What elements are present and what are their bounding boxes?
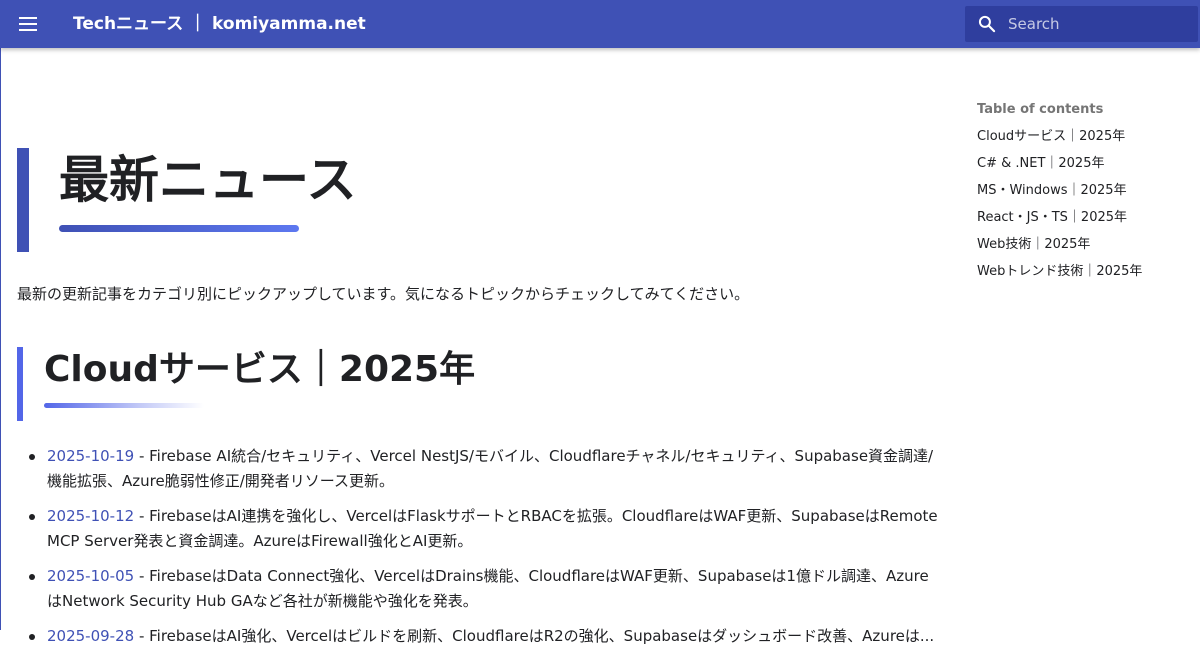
news-item: 2025-10-19 - Firebase AI統合/セキュリティ、Vercel… — [17, 444, 942, 494]
title-accent-bar — [17, 148, 29, 252]
toc-item-react-js-ts[interactable]: React・JS・TS｜2025年 — [977, 206, 1192, 233]
bullet — [29, 514, 35, 520]
news-summary: - FirebaseはAI連携を強化し、VercelはFlaskサポートとRBA… — [47, 507, 938, 550]
section-underline — [44, 403, 204, 408]
toc-item-web-tech[interactable]: Web技術｜2025年 — [977, 233, 1192, 260]
page-left-border — [0, 48, 1, 630]
bullet — [29, 634, 35, 640]
toc-item-csharp-dotnet[interactable]: C# & .NET｜2025年 — [977, 152, 1192, 179]
top-app-bar: Techニュース ｜ komiyamma.net — [0, 0, 1200, 48]
news-date-link[interactable]: 2025-10-19 — [47, 447, 134, 465]
toc-list: Cloudサービス｜2025年 C# & .NET｜2025年 MS・Windo… — [977, 125, 1192, 287]
menu-icon[interactable] — [17, 14, 39, 34]
table-of-contents: Table of contents Cloudサービス｜2025年 C# & .… — [977, 100, 1192, 287]
news-date-link[interactable]: 2025-10-05 — [47, 567, 134, 585]
news-date-link[interactable]: 2025-10-12 — [47, 507, 134, 525]
news-item: 2025-09-28 - FirebaseはAI強化、Vercelはビルドを刷新… — [17, 624, 942, 649]
news-summary: - FirebaseはData Connect強化、VercelはDrains機… — [47, 567, 929, 610]
section-title: Cloudサービス｜2025年 — [44, 349, 476, 390]
title-underline — [59, 225, 299, 232]
news-item: 2025-10-12 - FirebaseはAI連携を強化し、VercelはFl… — [17, 504, 942, 554]
page-title-block: 最新ニュース — [17, 148, 927, 252]
bullet — [29, 574, 35, 580]
news-summary: - Firebase AI統合/セキュリティ、Vercel NestJS/モバイ… — [47, 447, 934, 490]
toc-title: Table of contents — [977, 102, 1104, 117]
search-icon — [978, 15, 996, 33]
intro-text: 最新の更新記事をカテゴリ別にピックアップしています。気になるトピックからチェック… — [17, 285, 750, 303]
search-input[interactable] — [1008, 6, 1193, 42]
search-box[interactable] — [965, 6, 1198, 42]
section-heading-block: Cloudサービス｜2025年 — [17, 347, 927, 421]
section-accent-bar — [17, 347, 23, 421]
toc-item-ms-windows[interactable]: MS・Windows｜2025年 — [977, 179, 1192, 206]
bullet — [29, 454, 35, 460]
page-title: 最新ニュース — [59, 151, 357, 209]
toc-item-web-trend[interactable]: Webトレンド技術｜2025年 — [977, 260, 1192, 287]
toc-item-cloud[interactable]: Cloudサービス｜2025年 — [977, 125, 1192, 152]
news-list: 2025-10-19 - Firebase AI統合/セキュリティ、Vercel… — [17, 444, 942, 659]
main-content: 最新ニュース 最新の更新記事をカテゴリ別にピックアップしています。気になるトピッ… — [17, 48, 942, 645]
site-title[interactable]: Techニュース ｜ komiyamma.net — [73, 11, 366, 37]
news-item: 2025-10-05 - FirebaseはData Connect強化、Ver… — [17, 564, 942, 614]
